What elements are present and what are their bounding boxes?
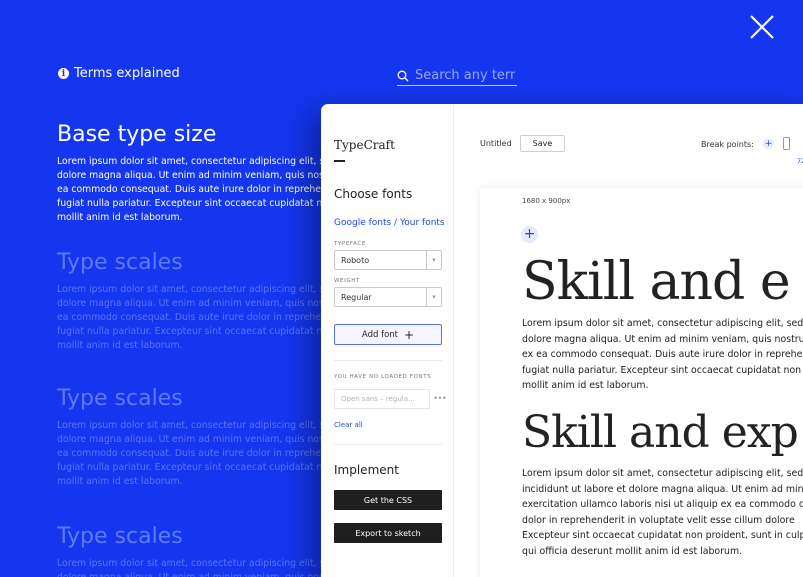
plus-icon: + bbox=[404, 327, 415, 342]
section-text: Lorem ipsum dolor sit amet, consectetur … bbox=[57, 558, 327, 577]
weight-label: WEIGHT bbox=[334, 278, 360, 284]
glossary-section-base-type-size: Base type size Lorem ipsum dolor sit ame… bbox=[57, 122, 327, 225]
breakpoints-label: Break points: bbox=[701, 140, 754, 149]
document-name[interactable]: Untitled bbox=[480, 139, 512, 148]
add-style-button[interactable]: + bbox=[521, 226, 538, 243]
typeface-label: TYPEFACE bbox=[334, 241, 366, 247]
export-to-sketch-button[interactable]: Export to sketch bbox=[334, 523, 442, 543]
caret-down-icon: ▾ bbox=[426, 251, 441, 269]
preview-heading-2: Skill and exp bbox=[522, 407, 799, 458]
weight-value: Regular bbox=[341, 292, 372, 302]
app-sidebar: TypeCraft Choose fonts Google fonts / Yo… bbox=[321, 104, 454, 577]
more-options-icon[interactable]: ••• bbox=[433, 394, 447, 404]
section-text: Lorem ipsum dolor sit amet, consectetur … bbox=[57, 420, 327, 487]
typeface-value: Roboto bbox=[341, 255, 370, 265]
loaded-font-item[interactable]: Open sans – regula... bbox=[334, 389, 430, 409]
terms-explained-heading: i Terms explained bbox=[58, 66, 180, 81]
divider bbox=[334, 444, 442, 445]
get-css-button[interactable]: Get the CSS bbox=[334, 490, 442, 510]
font-source-link[interactable]: Google fonts / Your fonts bbox=[334, 218, 445, 228]
glossary-section-type-scales: Type scales Lorem ipsum dolor sit amet, … bbox=[57, 386, 327, 489]
close-icon bbox=[750, 15, 774, 39]
close-button[interactable] bbox=[748, 13, 776, 41]
typeface-select[interactable]: Roboto ▾ bbox=[334, 250, 442, 270]
phone-icon[interactable] bbox=[783, 137, 790, 150]
add-font-label: Add font bbox=[361, 329, 398, 340]
app-main: Untitled Save Break points: + 72 1680 x … bbox=[454, 104, 803, 577]
weight-select[interactable]: Regular ▾ bbox=[334, 287, 442, 307]
info-icon: i bbox=[58, 68, 69, 79]
preview-heading-1: Skill and e bbox=[522, 252, 791, 312]
glossary-section-type-scales: Type scales Lorem ipsum dolor sit amet, … bbox=[57, 250, 327, 353]
search-icon bbox=[397, 70, 409, 81]
section-title: Base type size bbox=[57, 122, 217, 147]
plus-icon: + bbox=[523, 226, 536, 242]
search-input[interactable] bbox=[415, 68, 515, 83]
plus-icon: + bbox=[764, 138, 773, 149]
divider bbox=[334, 360, 442, 361]
glossary-section-type-scales: Type scales Lorem ipsum dolor sit amet, … bbox=[57, 524, 327, 577]
logo-underline bbox=[334, 160, 345, 162]
section-title: Type scales bbox=[57, 524, 183, 549]
typecraft-app-window: TypeCraft Choose fonts Google fonts / Yo… bbox=[321, 104, 803, 577]
implement-heading: Implement bbox=[334, 463, 399, 477]
section-text: Lorem ipsum dolor sit amet, consectetur … bbox=[57, 284, 327, 351]
preview-paragraph-1: Lorem ipsum dolor sit amet, consectetur … bbox=[522, 318, 803, 391]
breakpoint-size: 72 bbox=[797, 157, 803, 165]
canvas-dimensions: 1680 x 900px bbox=[522, 197, 571, 205]
add-breakpoint-button[interactable]: + bbox=[763, 138, 774, 149]
section-title: Type scales bbox=[57, 386, 183, 411]
add-font-button[interactable]: Add font + bbox=[334, 324, 442, 345]
preview-paragraph-2: Lorem ipsum dolor sit amet, consectetur … bbox=[522, 468, 803, 557]
terms-explained-label: Terms explained bbox=[74, 66, 180, 81]
no-loaded-fonts-label: YOU HAVE NO LOADED FONTS bbox=[334, 374, 432, 380]
clear-all-link[interactable]: Clear all bbox=[334, 421, 363, 429]
caret-down-icon: ▾ bbox=[426, 288, 441, 306]
app-logo: TypeCraft bbox=[334, 138, 395, 152]
save-button[interactable]: Save bbox=[520, 135, 565, 152]
loaded-font-placeholder: Open sans – regula... bbox=[341, 395, 415, 403]
section-text: Lorem ipsum dolor sit amet, consectetur … bbox=[57, 156, 327, 223]
section-title: Type scales bbox=[57, 250, 183, 275]
choose-fonts-heading: Choose fonts bbox=[334, 187, 413, 201]
search-field[interactable] bbox=[397, 66, 517, 86]
